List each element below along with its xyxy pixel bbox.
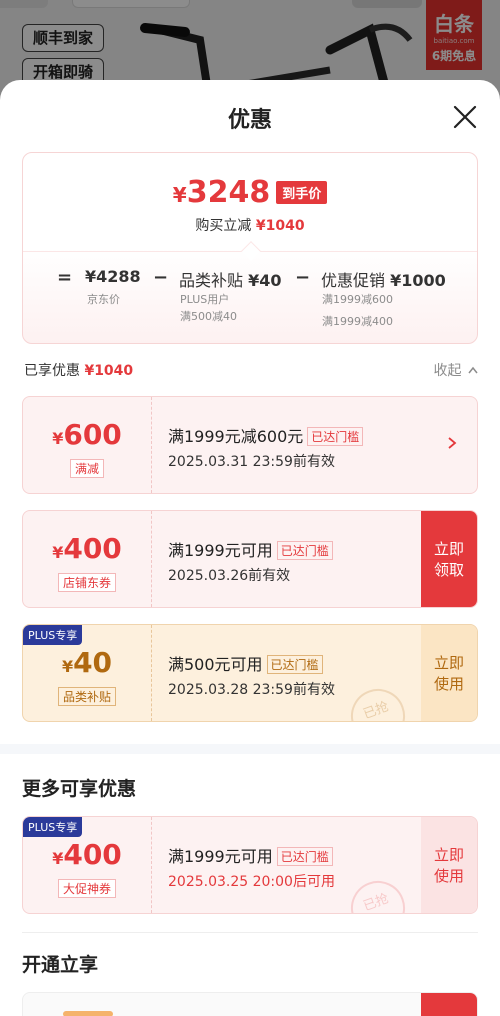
final-price-badge: 到手价 [276, 181, 328, 204]
coupon-validity: 2025.03.25 20:00后可用 [168, 874, 335, 890]
section-gap [0, 744, 500, 754]
open-membership-title: 开通立享 [22, 954, 99, 976]
coupon-separator [151, 511, 152, 607]
membership-logo [63, 1011, 113, 1016]
coupon-amount: ¥400 [52, 532, 122, 565]
category-subsidy: 品类补贴 ¥40 [179, 271, 282, 290]
enjoyed-discount-label: 已享优惠 ¥1040 [24, 363, 134, 379]
chevron-up-icon [468, 366, 478, 374]
promo-note: 满1999减400 [322, 315, 393, 328]
use-coupon-button[interactable]: 立即使用 [421, 625, 477, 721]
threshold-tag: 已达门槛 [307, 427, 364, 446]
equals-sign: = [57, 267, 73, 288]
coupon-amount: ¥40 [61, 646, 113, 679]
divider [22, 932, 478, 933]
price-summary-card: ¥3248 到手价 购买立减 ¥1040 = ¥4288 京东价 − 品类补贴 ¥… [22, 152, 478, 344]
claimed-stamp: 已抢 [343, 681, 413, 721]
coupon-separator [151, 625, 152, 721]
coupon-condition: 满500元可用 已达门槛 [168, 651, 335, 675]
category-subsidy-note: 满500减40 [180, 310, 237, 323]
jd-price-label: 京东价 [87, 293, 120, 306]
chevron-right-icon[interactable] [445, 433, 459, 453]
coupon-type: 店铺东券 [57, 573, 116, 592]
close-icon[interactable] [452, 104, 478, 130]
coupon-card[interactable]: ¥600 满减 满1999元减600元 已达门槛 2025.03.31 23:59… [22, 396, 478, 494]
category-subsidy-note: PLUS用户 [180, 293, 230, 306]
coupon-separator [151, 397, 152, 493]
coupon-separator [151, 817, 152, 913]
minus-sign: − [295, 267, 311, 288]
discount-sheet: 优惠 ¥3248 到手价 购买立减 ¥1040 = ¥4288 京东价 − 品类补… [0, 80, 500, 1016]
membership-action-button[interactable] [421, 993, 477, 1016]
coupon-condition: 满1999元减600元 已达门槛 [168, 423, 364, 447]
claim-coupon-button[interactable]: 立即领取 [421, 511, 477, 607]
coupon-amount: ¥400 [52, 838, 122, 871]
collapse-toggle[interactable]: 收起 [434, 360, 478, 380]
threshold-tag: 已达门槛 [276, 847, 333, 866]
jd-price: ¥4288 [85, 267, 141, 286]
claimed-stamp: 已抢 [343, 873, 413, 913]
threshold-tag: 已达门槛 [276, 541, 333, 560]
coupon-amount: ¥600 [52, 418, 122, 451]
final-price-row: ¥3248 到手价 [23, 175, 477, 210]
threshold-tag: 已达门槛 [266, 655, 323, 674]
sheet-title: 优惠 [227, 108, 272, 133]
more-discounts-title: 更多可享优惠 [22, 778, 137, 800]
coupon-card: PLUS专享 ¥40 品类补贴 满500元可用 已达门槛 2025.03.28 2… [22, 624, 478, 722]
minus-sign: − [153, 267, 169, 288]
coupon-condition: 满1999元可用 已达门槛 [168, 537, 333, 561]
coupon-condition: 满1999元可用 已达门槛 [168, 843, 335, 867]
membership-card[interactable] [22, 992, 478, 1016]
coupon-validity: 2025.03.26前有效 [168, 568, 291, 584]
coupon-card: PLUS专享 ¥400 大促神券 满1999元可用 已达门槛 2025.03.25… [22, 816, 478, 914]
coupon-type: 品类补贴 [57, 687, 116, 706]
coupon-card: ¥400 店铺东券 满1999元可用 已达门槛 2025.03.26前有效 立即领… [22, 510, 478, 608]
coupon-type: 大促神券 [57, 879, 116, 898]
promo-note: 满1999减600 [322, 293, 393, 306]
summary-notch [241, 241, 261, 261]
use-coupon-button[interactable]: 立即使用 [421, 817, 477, 913]
coupon-validity: 2025.03.31 23:59前有效 [168, 454, 335, 470]
coupon-validity: 2025.03.28 23:59前有效 [168, 682, 335, 698]
coupon-type: 满减 [69, 459, 104, 478]
promo-discount: 优惠促销 ¥1000 [321, 271, 446, 290]
total-discount-line: 购买立减 ¥1040 [195, 218, 305, 234]
final-price: ¥3248 [172, 175, 271, 210]
